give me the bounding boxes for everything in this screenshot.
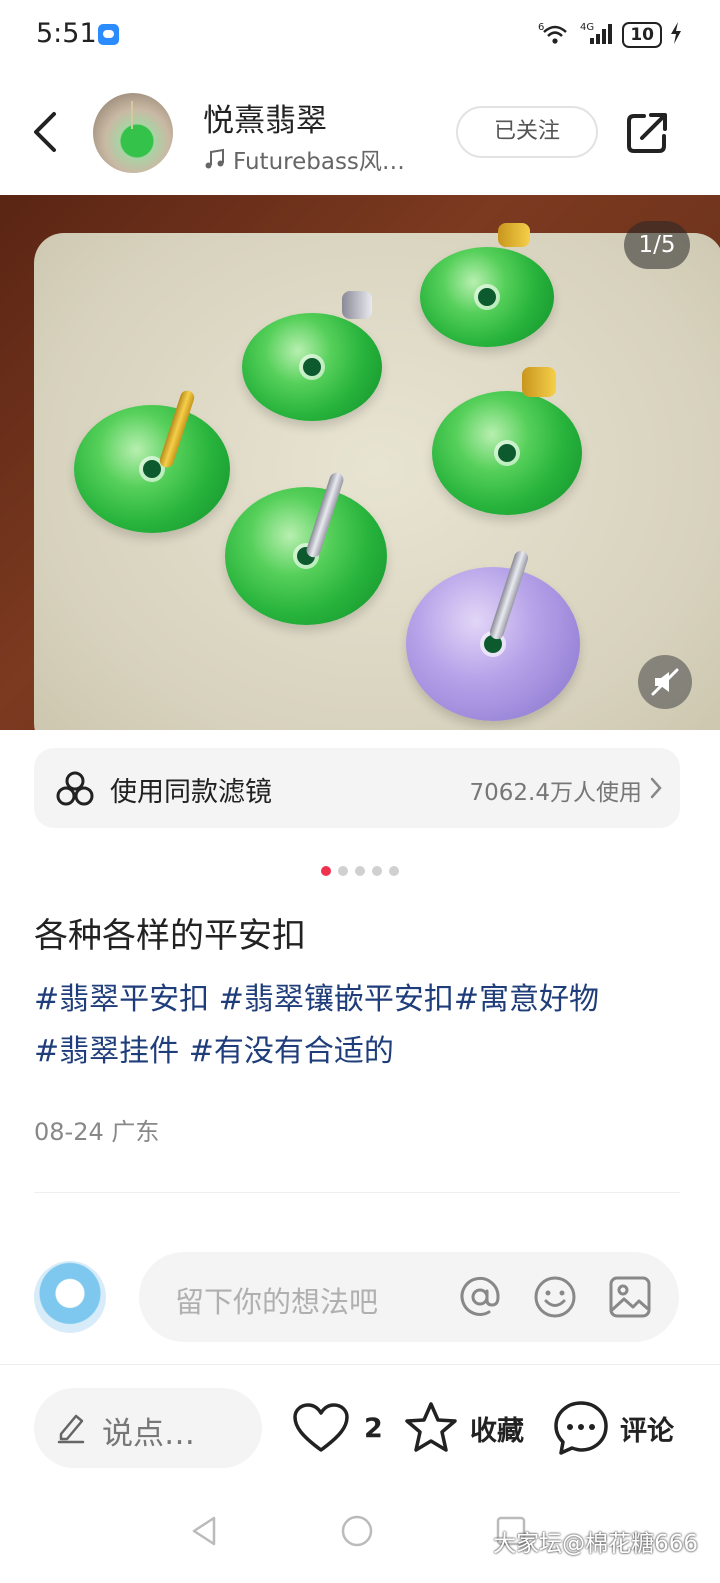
- watermark: 大家坛@棉花糖666: [493, 1531, 698, 1557]
- follow-button[interactable]: 已关注: [456, 106, 598, 158]
- status-bar: 5:51 6 4G 10: [0, 0, 720, 70]
- share-icon: [627, 113, 667, 153]
- pencil-icon: [56, 1410, 86, 1444]
- image-picker-icon[interactable]: [607, 1274, 653, 1320]
- jade-pendant: [432, 391, 582, 515]
- music-title: Futurebass风…: [233, 149, 405, 175]
- hashtag-link[interactable]: #有没有合适的: [189, 1034, 394, 1069]
- write-comment-button[interactable]: 说点…: [34, 1388, 262, 1468]
- carousel-dots: [0, 866, 720, 880]
- gold-bail: [498, 223, 530, 247]
- image-page-indicator: 1/5: [624, 221, 690, 269]
- music-note-icon: [205, 148, 224, 169]
- heart-icon: [293, 1403, 349, 1452]
- post-image[interactable]: 1/5: [0, 195, 720, 730]
- post-title: 各种各样的平安扣: [34, 916, 306, 956]
- carousel-dot: [372, 866, 382, 876]
- write-comment-label: 说点…: [102, 1416, 195, 1452]
- comment-input[interactable]: 留下你的想法吧: [139, 1252, 679, 1342]
- jade-pendant: [225, 487, 387, 625]
- battery-indicator: 10: [622, 22, 662, 48]
- filter-usage-count: 7062.4万人使用: [469, 780, 642, 806]
- jade-pendant: [242, 313, 382, 421]
- chevron-right-icon: [648, 775, 664, 801]
- carousel-dot: [338, 866, 348, 876]
- hashtag-link[interactable]: #寓意好物: [454, 982, 599, 1017]
- hashtag-link[interactable]: #翡翠平安扣: [34, 982, 209, 1017]
- divider: [0, 1364, 720, 1365]
- collect-label: 收藏: [470, 1415, 524, 1447]
- user-avatar[interactable]: [34, 1261, 106, 1333]
- charging-icon: [670, 22, 682, 48]
- mention-icon[interactable]: [457, 1274, 503, 1320]
- filter-icon: [56, 770, 94, 808]
- carousel-dot: [389, 866, 399, 876]
- jade-pendant: [74, 405, 230, 533]
- status-indicators: 6 4G 10: [538, 20, 682, 50]
- status-time: 5:51: [36, 18, 97, 49]
- like-count: 2: [364, 1412, 383, 1444]
- like-button[interactable]: 2: [292, 1398, 383, 1458]
- collect-button[interactable]: 收藏: [402, 1398, 524, 1458]
- hashtag-link[interactable]: #翡翠镶嵌平安扣: [219, 982, 454, 1017]
- comment-label: 评论: [620, 1415, 674, 1447]
- silver-bail: [342, 291, 372, 319]
- filter-label: 使用同款滤镜: [110, 777, 272, 808]
- background-music[interactable]: Futurebass风…: [203, 142, 405, 176]
- mute-button[interactable]: [638, 655, 692, 709]
- network-label: 4G: [580, 22, 594, 33]
- back-arrow-icon: [34, 112, 56, 152]
- nav-back-icon[interactable]: [188, 1514, 222, 1548]
- gold-bail: [522, 367, 556, 397]
- message-notification-icon: [98, 24, 119, 45]
- divider: [34, 1192, 680, 1193]
- post-date-location: 08-24 广东: [34, 1118, 160, 1146]
- post-header: 悦熹翡翠 Futurebass风… 已关注: [0, 70, 720, 195]
- author-avatar[interactable]: [93, 93, 173, 173]
- emoji-icon[interactable]: [532, 1274, 578, 1320]
- carousel-dot-active: [321, 866, 331, 876]
- back-button[interactable]: [26, 110, 66, 154]
- speaker-muted-icon: [651, 668, 679, 696]
- wifi-icon: 6: [538, 20, 572, 50]
- comment-bubble-icon: [554, 1401, 608, 1455]
- cellular-signal-icon: 4G: [580, 20, 614, 50]
- author-name[interactable]: 悦熹翡翠: [203, 95, 327, 140]
- lavender-jade-pendant: [406, 567, 580, 721]
- post-tags: #翡翠平安扣 #翡翠镶嵌平安扣#寓意好物 #翡翠挂件 #有没有合适的: [34, 974, 684, 1078]
- jade-pendant: [420, 247, 554, 347]
- share-button[interactable]: [624, 110, 670, 156]
- carousel-dot: [355, 866, 365, 876]
- comment-placeholder: 留下你的想法吧: [175, 1285, 379, 1319]
- star-icon: [405, 1402, 457, 1452]
- comment-button[interactable]: 评论: [552, 1398, 674, 1458]
- nav-home-icon[interactable]: [340, 1514, 374, 1548]
- hashtag-link[interactable]: #翡翠挂件: [34, 1034, 179, 1069]
- same-filter-banner[interactable]: 使用同款滤镜 7062.4万人使用: [34, 748, 680, 828]
